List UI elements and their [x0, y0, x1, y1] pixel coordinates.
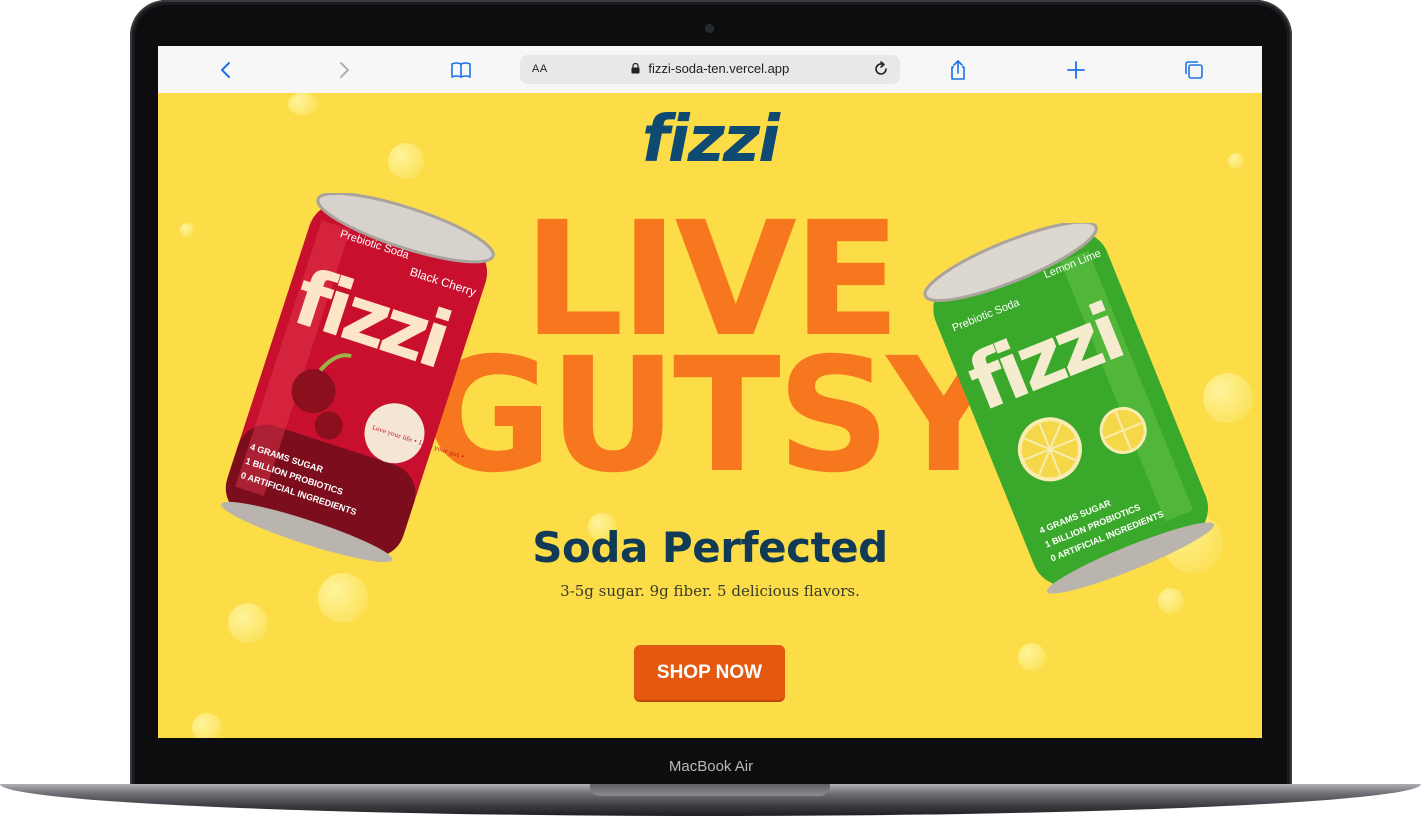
- lock-icon: [631, 63, 640, 74]
- share-icon[interactable]: [944, 56, 972, 84]
- black-cherry-can: Prebiotic Soda Black Cherry fizzi Love y…: [221, 193, 495, 563]
- bookmarks-icon[interactable]: [447, 56, 475, 84]
- camera: [706, 25, 713, 32]
- subtitle: Soda Perfected: [532, 523, 888, 572]
- reload-icon[interactable]: [872, 60, 890, 78]
- device-model-label: MacBook Air: [668, 758, 754, 775]
- bubble: [228, 603, 268, 643]
- tabs-icon[interactable]: [1180, 56, 1208, 84]
- shop-now-button[interactable]: SHOP NOW: [634, 645, 785, 700]
- bubble: [192, 713, 222, 738]
- url-text: fizzi-soda-ten.vercel.app: [648, 61, 790, 76]
- browser-toolbar: AA fizzi-soda-ten.vercel.app: [158, 46, 1262, 94]
- laptop-hinge-notch: [590, 784, 830, 796]
- fizzi-logo[interactable]: fizzi: [158, 103, 1262, 177]
- address-bar[interactable]: AA fizzi-soda-ten.vercel.app: [520, 55, 900, 84]
- new-tab-icon[interactable]: [1062, 56, 1090, 84]
- back-icon[interactable]: [212, 56, 240, 84]
- screen: AA fizzi-soda-ten.vercel.app fizzi LIVE …: [158, 46, 1262, 738]
- hero-section: fizzi LIVE GUTSY Prebiotic Soda Black Ch…: [158, 93, 1262, 738]
- tagline: 3-5g sugar. 9g fiber. 5 delicious flavor…: [560, 582, 860, 600]
- bubble: [1018, 643, 1046, 671]
- forward-icon[interactable]: [330, 56, 358, 84]
